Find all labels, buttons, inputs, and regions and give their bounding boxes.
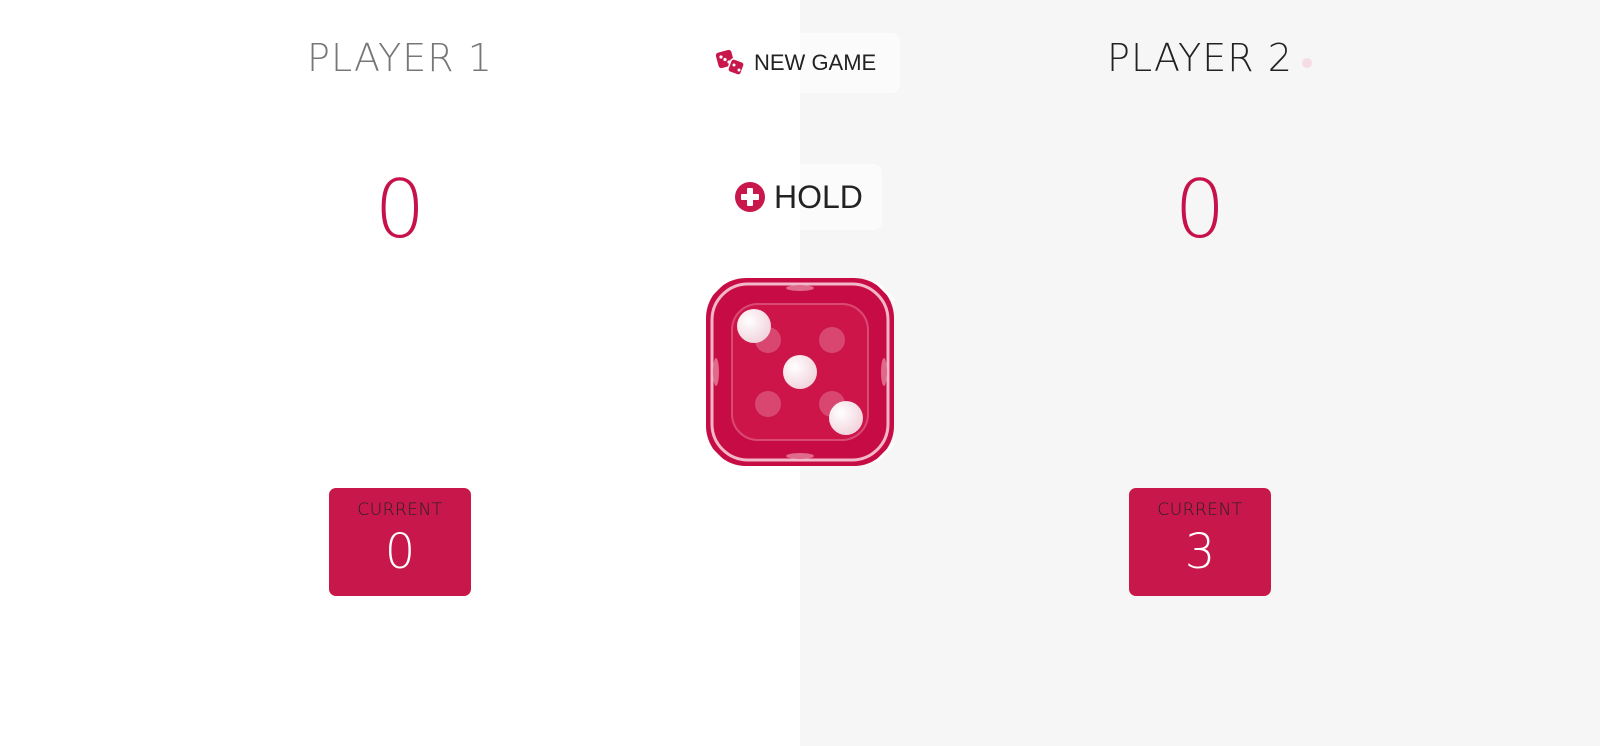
hold-button[interactable]: HOLD [720,164,882,230]
player-1-current-score: 0 [384,524,416,580]
player-1-name: PLAYER 1 [307,36,493,80]
player-1-current-label: CURRENT [357,500,443,520]
player-1-score: 0 [374,163,426,256]
dice-icon [714,49,746,77]
new-game-label: NEW GAME [754,50,877,75]
player-2-current-box: CURRENT 3 [1129,488,1271,596]
dice-face-3 [704,276,896,468]
player-2-score: 0 [1174,163,1226,256]
new-game-button[interactable]: NEW GAME [700,33,900,93]
active-player-indicator [1302,58,1312,68]
player-2-current-score: 3 [1184,524,1216,580]
player-2-panel [800,0,1600,746]
hold-label: HOLD [774,178,863,215]
player-1-panel [0,0,800,746]
plus-circle-icon [734,181,766,213]
player-2-current-label: CURRENT [1157,500,1243,520]
player-1-current-box: CURRENT 0 [329,488,471,596]
